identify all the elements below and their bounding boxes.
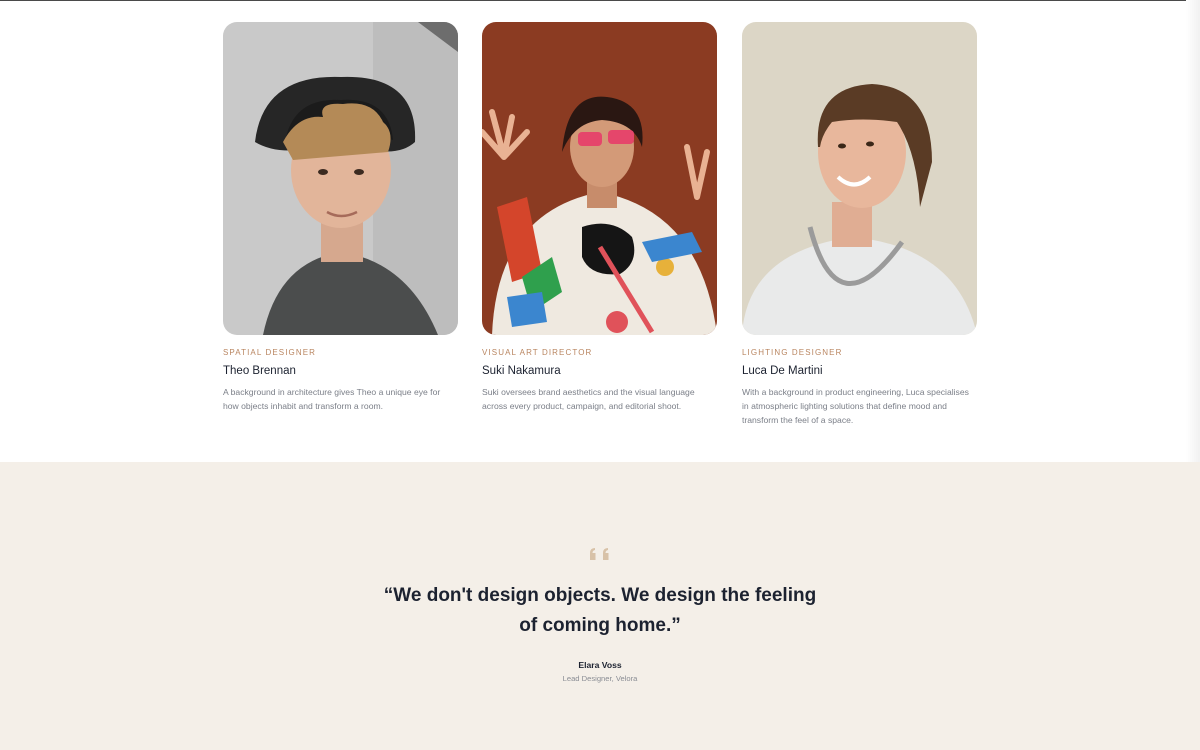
portrait-image <box>742 22 977 335</box>
team-name: Suki Nakamura <box>482 365 561 377</box>
team-bio: With a background in product engineering… <box>742 387 969 425</box>
team-photo-luca <box>742 22 977 335</box>
team-bio: Suki oversees brand aesthetics and the v… <box>482 387 695 411</box>
scrollbar-track[interactable] <box>1186 0 1200 462</box>
quote-mark-icon <box>590 548 609 560</box>
testimonial-author: Elara Voss <box>578 660 622 670</box>
team-card-theo[interactable]: SPATIAL DESIGNER Theo Brennan A backgrou… <box>223 22 458 413</box>
team-bio: A background in architecture gives Theo … <box>223 387 441 411</box>
testimonial-section: “We don't design objects. We design the … <box>0 462 1200 750</box>
testimonial-author-role: Lead Designer, Velora <box>562 674 638 683</box>
testimonial-quote: “We don't design objects. We design the … <box>383 585 817 636</box>
team-card-suki[interactable]: VISUAL ART DIRECTOR Suki Nakamura Suki o… <box>482 22 717 413</box>
team-card-luca[interactable]: LIGHTING DESIGNER Luca De Martini With a… <box>742 22 977 427</box>
team-name: Theo Brennan <box>223 365 296 377</box>
top-divider <box>0 0 1200 1</box>
team-section: SPATIAL DESIGNER Theo Brennan A backgrou… <box>223 22 977 462</box>
team-photo-theo <box>223 22 458 335</box>
team-photo-suki <box>482 22 717 335</box>
portrait-image <box>223 22 458 335</box>
team-name: Luca De Martini <box>742 365 823 377</box>
team-role: VISUAL ART DIRECTOR <box>482 348 593 357</box>
portrait-image <box>482 22 717 335</box>
team-role: SPATIAL DESIGNER <box>223 348 317 357</box>
team-role: LIGHTING DESIGNER <box>742 348 843 357</box>
